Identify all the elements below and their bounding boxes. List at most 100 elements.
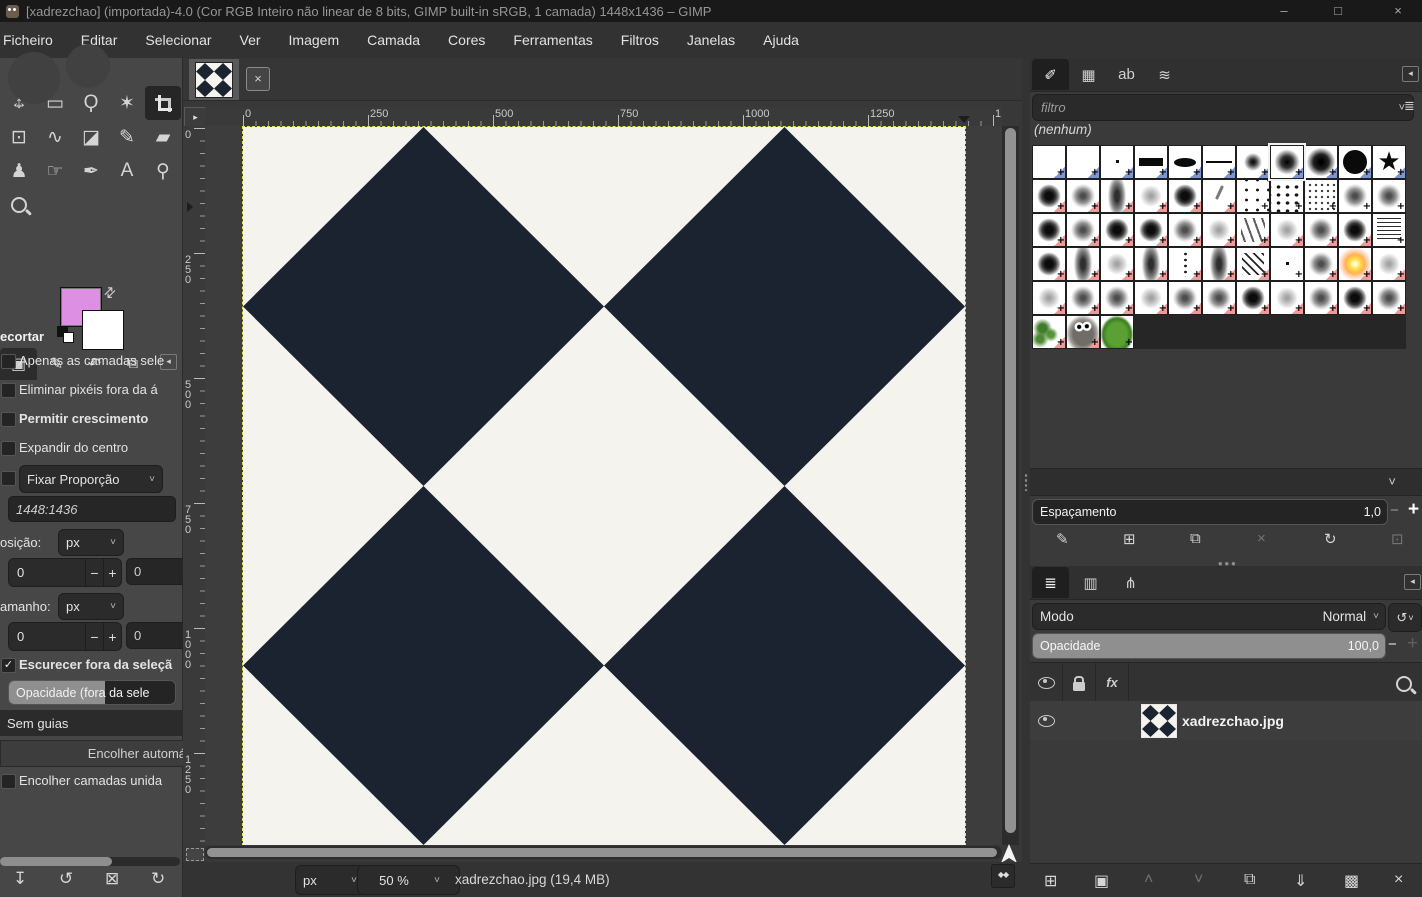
brush-swatch[interactable]: + xyxy=(1168,281,1202,315)
opacity-minus-icon[interactable]: − xyxy=(1388,636,1397,653)
tab-patterns[interactable]: ▦ xyxy=(1070,59,1107,90)
brush-swatch[interactable]: + xyxy=(1100,213,1134,247)
layer-mode-dropdown[interactable]: Modo Normal˅ xyxy=(1032,603,1386,630)
position-unit-dropdown[interactable]: px˅ xyxy=(58,529,124,556)
brush-swatch[interactable]: + xyxy=(1134,213,1168,247)
delete-layer-icon[interactable]: × xyxy=(1394,871,1403,889)
layer-opacity-slider[interactable]: Opacidade 100,0 xyxy=(1032,633,1386,659)
minus-button[interactable]: − xyxy=(85,623,103,650)
brush-swatch[interactable]: + xyxy=(1270,213,1304,247)
restore-preset-icon[interactable]: ↺ xyxy=(59,869,73,889)
checkbox-1[interactable] xyxy=(1,383,16,398)
ink-tool[interactable]: ✒ xyxy=(73,154,109,188)
plus-button[interactable]: + xyxy=(103,623,121,650)
brush-swatch[interactable]: ★+ xyxy=(1372,145,1406,179)
minus-button[interactable]: − xyxy=(85,559,103,586)
dock-divider[interactable] xyxy=(1022,58,1030,897)
brush-swatch[interactable]: + xyxy=(1338,179,1372,213)
menu-imagem[interactable]: Imagem xyxy=(275,22,354,58)
brush-swatch[interactable]: + xyxy=(1134,179,1168,213)
transform-tool[interactable]: ⊡ xyxy=(1,120,37,154)
autoshrink-button[interactable]: Encolher automá xyxy=(0,740,192,767)
size-height-input[interactable]: 0 xyxy=(126,622,186,649)
ruler-corner-menu-button[interactable]: ▸ xyxy=(184,107,207,128)
smudge-tool[interactable]: ☞ xyxy=(37,154,73,188)
brush-swatch[interactable]: + xyxy=(1032,145,1066,179)
fix-ratio-checkbox[interactable] xyxy=(1,471,16,486)
text-tool[interactable]: A xyxy=(109,154,145,188)
free-select-tool[interactable]: Ϙ xyxy=(73,86,109,120)
brush-swatch[interactable]: + xyxy=(1100,145,1134,179)
clone-tool[interactable]: ♟ xyxy=(1,154,37,188)
status-unit-dropdown[interactable]: px˅ xyxy=(295,865,365,895)
close-button[interactable]: × xyxy=(1384,0,1412,22)
brush-swatch[interactable]: + xyxy=(1270,179,1304,213)
brush-swatch[interactable]: + xyxy=(1372,213,1406,247)
search-icon[interactable] xyxy=(1396,676,1412,692)
brush-swatch[interactable]: + xyxy=(1236,179,1270,213)
darken-outside-checkbox[interactable]: ✓ xyxy=(1,658,16,673)
brush-swatch[interactable]: + xyxy=(1168,179,1202,213)
checkbox-0[interactable] xyxy=(1,354,16,369)
brush-swatch[interactable]: + xyxy=(1202,179,1236,213)
duplicate-brush-icon[interactable]: ⧉ xyxy=(1190,530,1201,547)
brush-swatch[interactable]: + xyxy=(1066,145,1100,179)
brush-swatch[interactable]: + xyxy=(1338,247,1372,281)
brush-swatch[interactable]: + xyxy=(1236,281,1270,315)
warp-tool[interactable]: ∿ xyxy=(37,120,73,154)
divider-handle[interactable] xyxy=(1024,473,1028,491)
brush-swatch[interactable]: + xyxy=(1236,145,1270,179)
crop-tool[interactable] xyxy=(145,86,181,120)
brush-swatch[interactable]: + xyxy=(1066,179,1100,213)
tab-fonts[interactable]: ab xyxy=(1108,59,1145,90)
spacing-plus-icon[interactable]: + xyxy=(1408,499,1419,521)
spacing-slider[interactable]: Espaçamento 1,0 xyxy=(1032,499,1388,525)
checkbox-2[interactable] xyxy=(1,412,16,427)
new-brush-icon[interactable]: ⊞ xyxy=(1123,530,1136,548)
tab-layers[interactable]: ≣ xyxy=(1032,567,1069,598)
menu-selecionar[interactable]: Selecionar xyxy=(131,22,225,58)
brush-swatch[interactable]: + xyxy=(1168,213,1202,247)
visibility-column-header[interactable] xyxy=(1030,663,1063,702)
rectangle-select-tool[interactable]: ▭ xyxy=(37,86,73,120)
brush-swatch[interactable]: + xyxy=(1032,213,1066,247)
tab-channels[interactable]: ▥ xyxy=(1072,567,1109,598)
brush-swatch[interactable]: + xyxy=(1338,145,1372,179)
spacing-minus-icon[interactable]: − xyxy=(1390,502,1399,519)
maximize-button[interactable]: □ xyxy=(1324,0,1352,22)
size-unit-dropdown[interactable]: px˅ xyxy=(58,593,124,620)
shrink-merged-checkbox[interactable] xyxy=(1,774,16,789)
brush-swatch[interactable]: + xyxy=(1134,247,1168,281)
refresh-brushes-icon[interactable]: ↻ xyxy=(1324,530,1337,548)
tab-gradients[interactable]: ≋ xyxy=(1146,59,1183,90)
plus-button[interactable]: + xyxy=(103,559,121,586)
image-tab[interactable] xyxy=(189,59,239,100)
color-picker-tool[interactable]: ⚲ xyxy=(145,154,181,188)
navigation-preview-button[interactable]: ◆◆ xyxy=(991,864,1015,888)
brush-panel-expander[interactable]: ˅ xyxy=(1030,468,1422,496)
collapse-dock-icon[interactable]: ◂ xyxy=(1404,574,1421,590)
brush-swatch[interactable]: + xyxy=(1236,247,1270,281)
brush-swatch[interactable]: + xyxy=(1168,145,1202,179)
menu-ajuda[interactable]: Ajuda xyxy=(749,22,813,58)
menu-cores[interactable]: Cores xyxy=(434,22,499,58)
new-layer-icon[interactable]: ⊞ xyxy=(1044,871,1057,891)
brush-swatch[interactable]: + xyxy=(1270,281,1304,315)
brush-swatch[interactable]: + xyxy=(1066,315,1100,349)
eraser-tool[interactable]: ▰ xyxy=(145,120,181,154)
brush-swatch[interactable]: + xyxy=(1032,315,1066,349)
delete-preset-icon[interactable]: ⊠ xyxy=(105,869,119,889)
duplicate-layer-icon[interactable]: ⧉ xyxy=(1244,871,1255,889)
paintbrush-tool[interactable]: ✎ xyxy=(109,120,145,154)
move-tool[interactable] xyxy=(1,86,37,120)
layer-row[interactable]: xadrezchao.jpg xyxy=(1030,701,1422,740)
tool-options-scrollbar[interactable] xyxy=(0,857,180,866)
brush-swatch[interactable]: + xyxy=(1066,281,1100,315)
new-layer-group-icon[interactable]: ▣ xyxy=(1094,871,1109,891)
brush-swatch[interactable]: + xyxy=(1304,213,1338,247)
vertical-scrollbar[interactable] xyxy=(1002,126,1019,845)
brush-swatch[interactable]: + xyxy=(1270,247,1304,281)
brush-swatch[interactable]: + xyxy=(1304,281,1338,315)
menu-ver[interactable]: Ver xyxy=(226,22,275,58)
fix-ratio-dropdown[interactable]: Fixar Proporção˅ xyxy=(19,465,163,493)
